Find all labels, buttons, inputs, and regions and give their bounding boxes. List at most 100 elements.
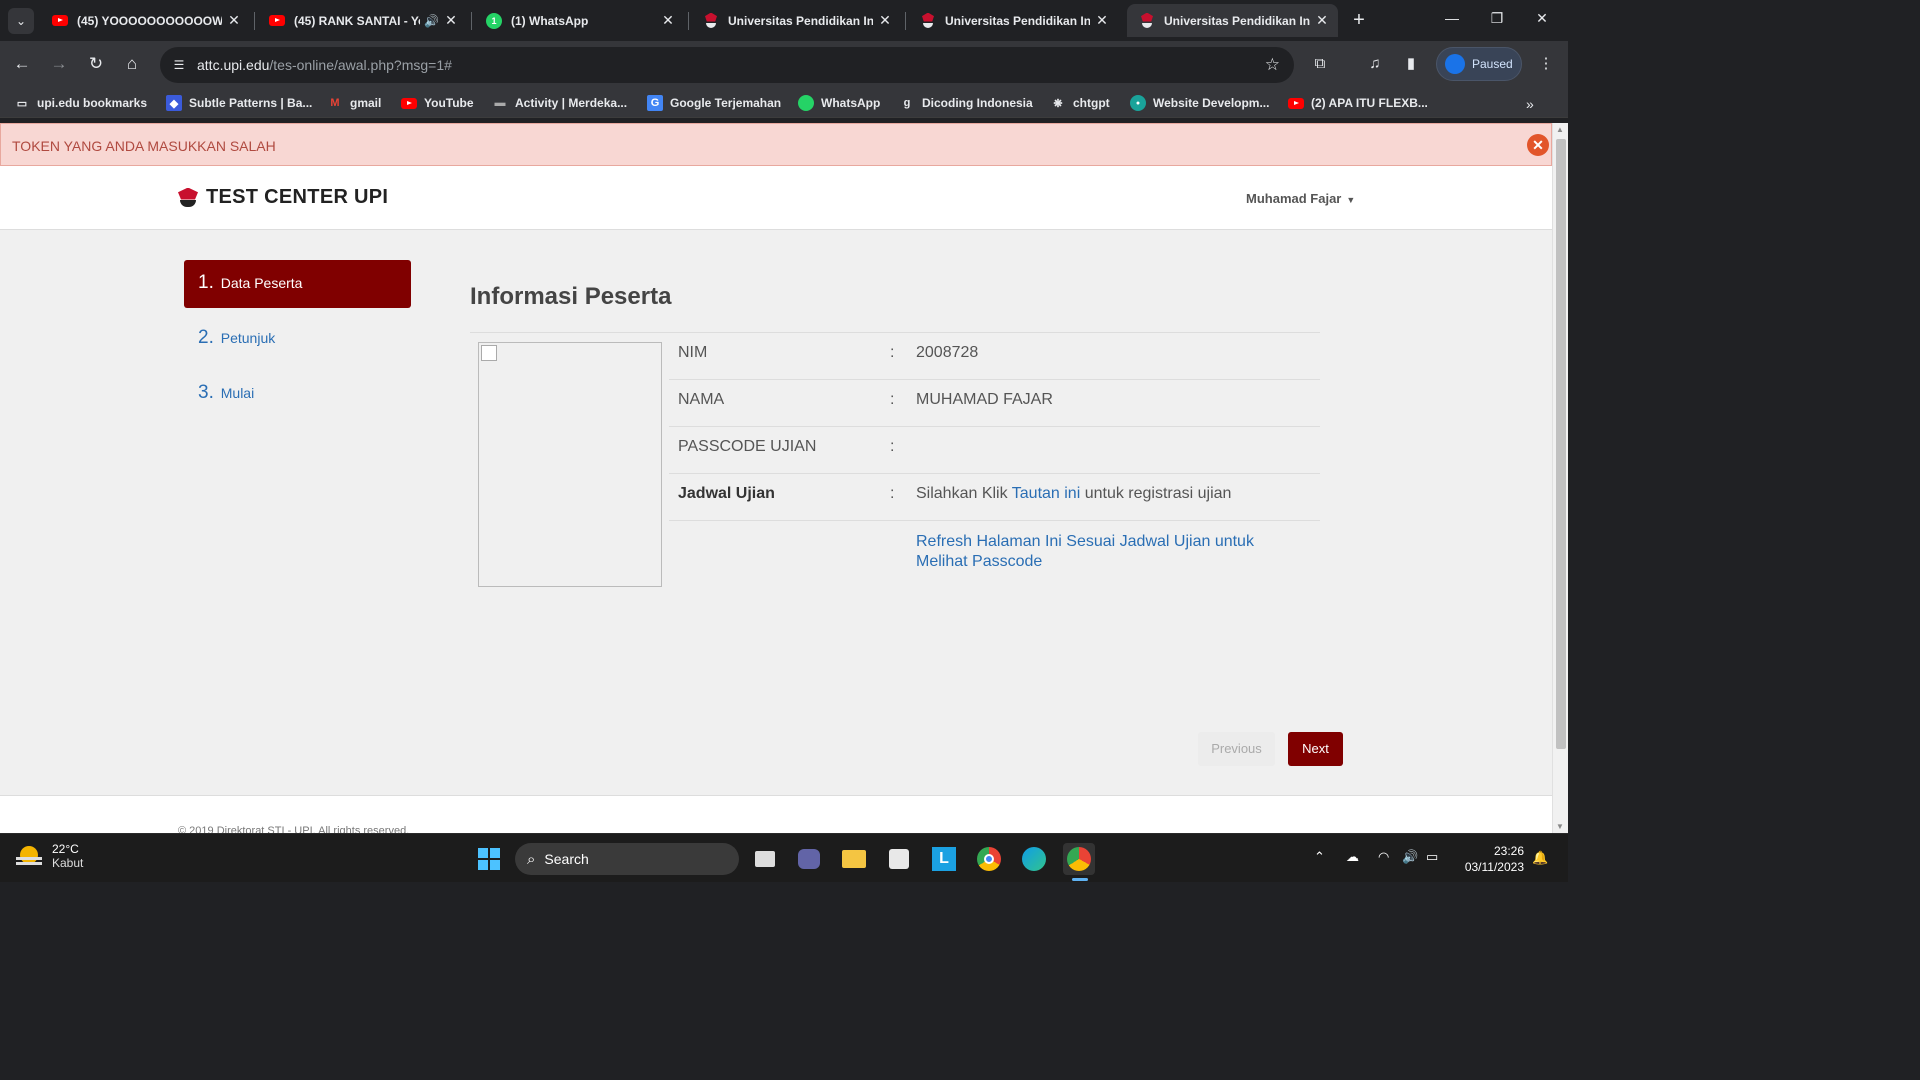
close-tab-icon[interactable]: ✕ <box>226 12 242 29</box>
scrollbar-thumb[interactable] <box>1556 139 1566 749</box>
bookmark-item[interactable]: ▭ upi.edu bookmarks <box>14 94 147 112</box>
jadwal-suffix: untuk registrasi ujian <box>1080 485 1232 502</box>
close-tab-icon[interactable]: ✕ <box>877 12 893 29</box>
chrome-button[interactable] <box>973 843 1005 875</box>
tab-upi-2[interactable]: Universitas Pendidikan Ind ✕ <box>908 4 1118 37</box>
bookmark-item[interactable]: YouTube <box>401 94 474 112</box>
close-tab-icon[interactable]: ✕ <box>1314 12 1330 29</box>
page-scrollbar[interactable]: ▲ ▼ <box>1552 123 1568 833</box>
extensions-icon[interactable]: ⧉ <box>1309 53 1331 75</box>
teams-chat-button[interactable] <box>793 843 825 875</box>
close-tab-icon[interactable]: ✕ <box>443 12 459 29</box>
bookmark-item[interactable]: Mgmail <box>327 94 381 112</box>
task-view-button[interactable] <box>749 843 781 875</box>
menu-icon[interactable]: ⋮ <box>1535 53 1557 75</box>
notification-bell-icon[interactable]: 🔔 <box>1532 850 1548 866</box>
next-button[interactable]: Next <box>1288 732 1343 766</box>
upi-icon <box>920 13 936 29</box>
forward-button[interactable]: → <box>47 53 71 77</box>
website-icon: ● <box>1130 95 1146 111</box>
step-data-peserta[interactable]: 1. Data Peserta <box>184 260 411 308</box>
brand[interactable]: TEST CENTER UPI <box>178 186 388 209</box>
step-label: Data Peserta <box>220 275 303 291</box>
tab-upi-active[interactable]: Universitas Pendidikan Ind ✕ <box>1127 4 1338 37</box>
scroll-up-icon[interactable]: ▲ <box>1556 125 1564 134</box>
registration-link[interactable]: Tautan ini <box>1012 485 1081 502</box>
speaker-icon[interactable]: 🔊 <box>424 14 439 28</box>
volume-icon[interactable]: 🔊 <box>1402 849 1418 865</box>
restore-button[interactable]: ❐ <box>1487 10 1507 27</box>
bookmark-item[interactable]: ❋ chtgpt <box>1050 94 1110 112</box>
bookmark-item[interactable]: G Google Terjemahan <box>647 94 781 112</box>
store-button[interactable] <box>883 843 915 875</box>
weather-text: 22°C Kabut <box>52 842 83 870</box>
weather-fog-icon <box>16 842 44 870</box>
table-row-nama: NAMA : MUHAMAD FAJAR <box>669 380 1320 427</box>
step-number: 1. <box>198 272 214 293</box>
wifi-icon[interactable]: ◠ <box>1378 849 1389 865</box>
clock[interactable]: 23:26 03/11/2023 <box>1460 843 1524 875</box>
battery-icon[interactable]: ▭ <box>1426 849 1438 865</box>
show-hidden-icons[interactable]: ⌃ <box>1314 849 1325 865</box>
bookmark-item[interactable]: WhatsApp <box>798 94 880 112</box>
chrome-profile-button[interactable] <box>1063 843 1095 875</box>
reload-button[interactable]: ↻ <box>84 53 108 77</box>
google-translate-icon: G <box>647 95 663 111</box>
step-mulai[interactable]: 3. Mulai <box>184 370 411 418</box>
site-footer: © 2019 Direktorat STI - UPI. All rights … <box>0 795 1552 833</box>
bookmark-item[interactable]: ● Website Developm... <box>1130 94 1269 112</box>
step-petunjuk[interactable]: 2. Petunjuk <box>184 315 411 363</box>
broken-image-icon <box>481 345 497 361</box>
bookmark-item[interactable]: ▬ Activity | Merdeka... <box>492 94 628 112</box>
address-bar[interactable]: ☰ attc.upi.edu/tes-online/awal.php?msg=1… <box>160 47 1294 83</box>
edge-button[interactable] <box>1018 843 1050 875</box>
close-alert-icon[interactable]: ✕ <box>1527 134 1549 156</box>
refresh-link[interactable]: Refresh Halaman Ini Sesuai Jadwal Ujian … <box>916 532 1276 572</box>
close-tab-icon[interactable]: ✕ <box>1094 12 1110 29</box>
home-button[interactable]: ⌂ <box>120 53 144 77</box>
taskbar: 22°C Kabut ⌕ Search L ⌃ ☁ ◠ 🔊 ▭ 23:26 03… <box>0 833 1568 882</box>
bookmark-item[interactable]: ◆ Subtle Patterns | Ba... <box>166 94 312 112</box>
start-button[interactable] <box>473 843 505 875</box>
taskbar-search[interactable]: ⌕ Search <box>515 843 739 875</box>
tab-youtube-2[interactable]: (45) RANK SANTAI - Yo 🔊 ✕ <box>257 4 467 37</box>
new-tab-button[interactable]: + <box>1348 9 1370 32</box>
back-button[interactable]: ← <box>10 53 34 77</box>
tab-separator <box>905 12 906 30</box>
bookmark-item[interactable]: ɡ Dicoding Indonesia <box>899 94 1033 112</box>
bookmark-label: chtgpt <box>1073 96 1110 110</box>
bookmark-star-icon[interactable]: ☆ <box>1265 55 1280 75</box>
media-control-icon[interactable]: ♫ <box>1364 53 1386 75</box>
close-window-button[interactable]: ✕ <box>1532 10 1552 27</box>
close-tab-icon[interactable]: ✕ <box>660 12 676 29</box>
scroll-down-icon[interactable]: ▼ <box>1556 822 1564 831</box>
youtube-icon <box>269 13 285 29</box>
folder-icon <box>842 850 866 868</box>
previous-button[interactable]: Previous <box>1198 732 1275 766</box>
launcher-l-button[interactable]: L <box>928 843 960 875</box>
page-title: Informasi Peserta <box>470 283 1320 333</box>
brand-title: TEST CENTER UPI <box>206 186 389 208</box>
more-bookmarks-icon[interactable]: » <box>1526 96 1534 112</box>
tab-upi-1[interactable]: Universitas Pendidikan Ind ✕ <box>691 4 901 37</box>
browser-toolbar: ← → ↻ ⌂ ☰ attc.upi.edu/tes-online/awal.p… <box>0 41 1568 88</box>
chat-icon <box>798 849 820 869</box>
minimize-button[interactable]: — <box>1442 10 1462 26</box>
file-explorer-button[interactable] <box>838 843 870 875</box>
participant-info-panel: Informasi Peserta NIM : 2008728 NAMA : M… <box>470 283 1320 587</box>
whatsapp-icon: 1 <box>486 12 502 29</box>
tab-whatsapp[interactable]: 1 (1) WhatsApp ✕ <box>474 4 684 37</box>
tab-youtube-1[interactable]: (45) YOOOOOOOOOOOW ✕ <box>40 4 250 37</box>
bookmark-item[interactable]: (2) APA ITU FLEXB... <box>1288 94 1428 112</box>
side-panel-icon[interactable]: ▮ <box>1400 53 1422 75</box>
tab-title: Universitas Pendidikan Ind <box>945 13 1090 28</box>
user-menu[interactable]: Muhamad Fajar ▼ <box>1246 191 1355 206</box>
upi-icon <box>703 13 719 29</box>
gmail-icon: M <box>330 97 340 109</box>
bookmark-label: upi.edu bookmarks <box>37 96 148 110</box>
onedrive-icon[interactable]: ☁ <box>1346 849 1359 865</box>
site-info-icon[interactable]: ☰ <box>170 56 188 74</box>
tab-search-button[interactable]: ⌄ <box>8 8 34 34</box>
weather-widget[interactable]: 22°C Kabut <box>16 842 83 870</box>
profile-button[interactable]: Paused <box>1436 47 1522 81</box>
